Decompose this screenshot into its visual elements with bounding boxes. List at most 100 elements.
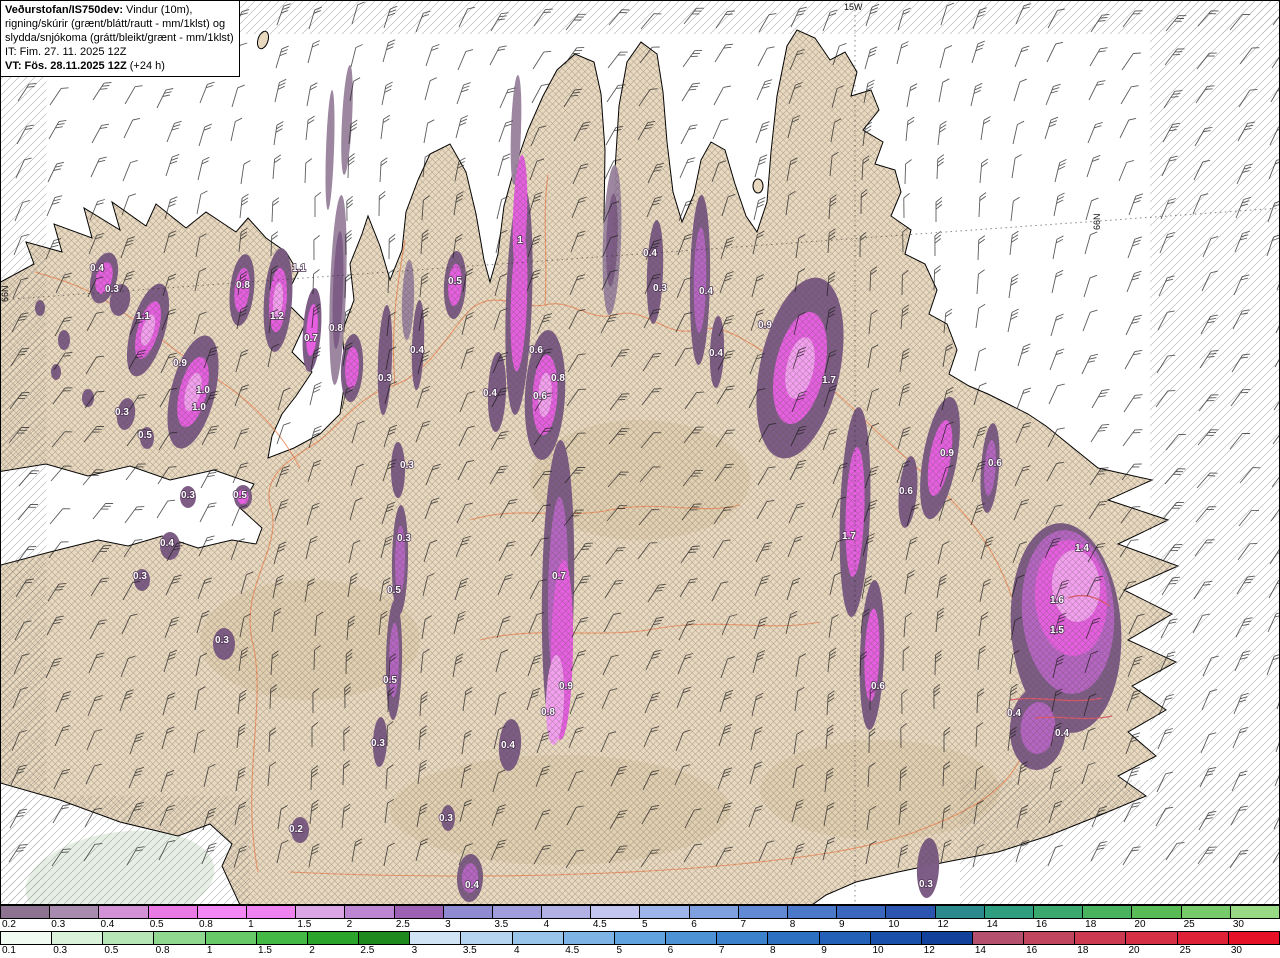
colorbar-tick-label: 12 [937,919,949,930]
colorbar-cell [738,906,788,918]
precip-value-label: 0.3 [400,460,414,471]
colorbar-cell [984,906,1034,918]
colorbar-tick-label: 14 [986,919,998,930]
precip-value-label: 0.9 [940,448,954,459]
colorbar-tick-label: 20 [1134,919,1146,930]
colorbar-cell [666,932,718,944]
precip-value-label: 0.4 [643,248,657,259]
valid-time: VT: Fös. 28.11.2025 12Z (+24 h) [5,59,235,73]
colorbar-cell [99,906,149,918]
precip-value-label: 1.7 [842,531,856,542]
colorbar-tick-label: 6 [691,919,697,930]
colorbar-labels: 0.2 0.3 0.4 0.5 0.8 1 1.5 2 2.5 3 3.5 4 4.5 5 6 7 8 9 10 12… [0,919,1280,931]
precip-value-label: 0.3 [215,635,229,646]
colorbar-tick-label: 9 [838,919,845,930]
colorbar-cell [1024,932,1076,944]
precip-value-label: 0.4 [410,345,424,356]
colorbar-cell [246,906,297,918]
colorbar-tick-label: 4 [543,919,550,930]
colorbar-cell [345,906,395,918]
colorbar-tick-label: 2.5 [360,945,375,956]
precip-value-label: 0.3 [371,738,385,749]
precip-value-label: 0.6 [529,345,543,356]
colorbar-tick-label: 30 [1232,919,1244,930]
colorbar-tick-label: 1.5 [297,919,312,930]
precip-value-label: 0.9 [173,358,187,369]
precip-value-label: 0.4 [465,880,479,891]
precip-value-label: 1.1 [136,311,150,322]
colorbar-tick-label: 18 [1085,919,1097,930]
precip-value-label: 1.0 [196,385,210,396]
colorbar-tick-label: 25 [1179,945,1191,956]
hatch-band-right [1150,0,1280,905]
precip-value-label: 0.4 [160,538,174,549]
precip-value-label: 0.3 [397,533,411,544]
precip-value-label: 0.7 [552,571,566,582]
colorbar-cell [394,906,444,918]
colorbar-cell [256,932,308,944]
colorbar-tick-label: 2 [346,919,353,930]
valid-time-offset: (+24 h) [126,60,165,72]
colorbar-cell [492,906,543,918]
precip-value-label: 1.5 [1050,625,1064,636]
precip-value-label: 0.8 [236,280,250,291]
precip-value-label: 0.3 [378,373,392,384]
precip-value-label: 0.3 [919,879,933,890]
colorbar-tick-label: 6 [667,945,674,956]
colorbar-labels: 0.1 0.3 0.5 0.8 1 1.5 2 2.5 3 3.5 4 4.5 5 6 7 8 9 10 12 14 1… [0,945,1280,958]
precip-value-label: 0.8 [541,707,555,718]
colorbar-tick-label: 25 [1183,919,1195,930]
colorbar-cell [1181,906,1231,918]
precip-value-label: 1 [517,235,523,246]
colorbar-tick-label: 3.5 [462,945,477,956]
precip-value-label: 0.5 [138,430,152,441]
precip-value-label: 1.6 [1050,595,1064,606]
colorbar-tick-label: 0.3 [53,945,68,956]
colorbar-tick-label: 7 [718,945,725,956]
precip-value-label: 0.5 [448,276,462,287]
precip-value-label: 0.3 [181,490,195,501]
colorbar-tick-label: 0.3 [51,919,66,930]
colorbar-tick-label: 16 [1035,919,1048,930]
colorbar-tick-label: 4 [514,945,520,956]
colorbar-cell [870,932,922,944]
precip-value-label: 0.6 [533,391,547,402]
map-canvas: 0.4 0.3 1.1 0.9 1.0 1.0 0.3 0.5 0.3 0.5 0.4 0.3 0.3 0… [0,0,1280,905]
colorbar-cell [1075,932,1127,944]
precip-value-label: 0.4 [90,263,104,274]
colorbar-tick-label: 2 [309,945,315,956]
colorbar-tick-label: 2.5 [395,919,410,930]
colorbar-cell [103,932,155,944]
precip-value-label: 0.5 [387,585,401,596]
precip-value-label: 0.9 [758,320,772,331]
graticule-label: 15W [844,2,863,12]
colorbar-cell [296,906,346,918]
colorbar-tick-label: 10 [872,945,884,956]
colorbar-tick-label: 0.5 [104,945,119,956]
colorbar-strip [0,905,1280,919]
colorbar-tick-label: 3.5 [494,919,509,930]
colorbar-tick-label: 3 [411,945,418,956]
precip-value-label: 0.3 [439,813,453,824]
precip-value-label: 0.6 [988,458,1002,469]
colorbar-cell [563,932,615,944]
colorbar-cell [1033,906,1084,918]
colorbar-cell [717,932,769,944]
precip-value-label: 0.8 [329,323,343,334]
colorbar-tick-label: 3 [445,919,451,930]
colorbar-tick-label: 7 [740,919,747,930]
precip-value-label: 0.9 [559,681,573,692]
precip-value-label: 0.4 [699,286,713,297]
colorbar-tick-label: 8 [770,945,776,956]
colorbar-cell [886,906,936,918]
colorbar-cell [205,932,257,944]
colorbar-tick-label: 0.8 [155,945,170,956]
product-subtitle: Vindur (10m), [123,4,193,16]
precip-value-label: 0.5 [383,675,397,686]
legend-box: Veðurstofan/IS750dev: Vindur (10m), rign… [0,0,240,77]
hatch-band-se [960,780,1280,905]
colorbar-tick-label: 20 [1128,945,1140,956]
precip-value-label: 0.3 [653,283,667,294]
graticule-label: 66N [1092,213,1102,230]
precip-value-label: 0.4 [483,388,497,399]
